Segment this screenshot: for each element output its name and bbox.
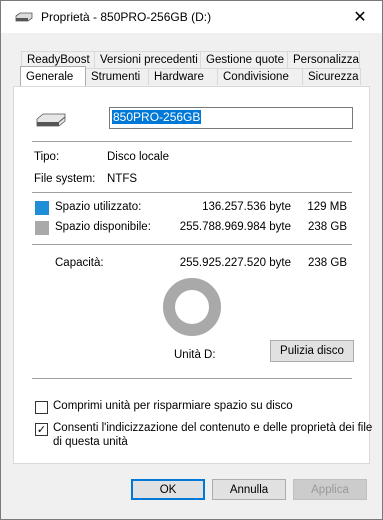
type-label: Tipo:	[34, 151, 60, 163]
drive-name-input[interactable]: 850PRO-256GB	[109, 107, 353, 129]
tab-customize[interactable]: Personalizza	[287, 51, 360, 68]
ok-button[interactable]: OK	[131, 479, 205, 500]
disk-cleanup-button[interactable]: Pulizia disco	[270, 340, 354, 362]
properties-window: Proprietà - 850PRO-256GB (D:) ✕ ReadyBoo…	[0, 0, 383, 520]
free-space-bytes: 255.788.969.984 byte	[179, 221, 291, 233]
tab-quota[interactable]: Gestione quote	[200, 51, 288, 68]
tab-row-lower: Generale Strumenti Hardware Condivisione…	[20, 66, 361, 86]
apply-button[interactable]: Applica	[293, 479, 367, 500]
indexing-checkbox[interactable]: ✓	[35, 423, 48, 436]
used-space-bytes: 136.257.536 byte	[202, 201, 291, 213]
separator	[32, 141, 352, 142]
capacity-bytes: 255.925.227.520 byte	[179, 257, 291, 269]
type-value: Disco locale	[107, 151, 169, 163]
indexing-label-line2: di questa unità	[53, 436, 128, 448]
capacity-label: Capacità:	[55, 257, 104, 269]
free-space-size: 238 GB	[308, 221, 347, 233]
separator	[32, 244, 352, 245]
general-panel: 850PRO-256GB Tipo: Disco locale File sys…	[13, 86, 373, 464]
used-space-swatch	[35, 201, 49, 215]
drive-large-icon	[36, 113, 66, 127]
tab-security[interactable]: Sicurezza	[302, 68, 361, 85]
window-title: Proprietà - 850PRO-256GB (D:)	[41, 10, 212, 24]
compress-label: Comprimi unità per risparmiare spazio su…	[53, 400, 293, 412]
tab-previous-versions[interactable]: Versioni precedenti	[94, 51, 201, 68]
tab-sharing[interactable]: Condivisione	[217, 68, 303, 85]
compress-checkbox[interactable]	[35, 401, 48, 414]
tab-tools[interactable]: Strumenti	[85, 68, 149, 85]
drive-letter-label: Unità D:	[174, 349, 216, 361]
free-space-swatch	[35, 221, 49, 235]
file-system-value: NTFS	[107, 173, 138, 185]
check-mark-icon: ✓	[36, 424, 47, 436]
tab-hardware[interactable]: Hardware	[148, 68, 218, 85]
capacity-size: 238 GB	[308, 257, 347, 269]
indexing-label-line1: Consenti l'indicizzazione del contenuto …	[53, 422, 373, 434]
free-space-label: Spazio disponibile:	[55, 221, 151, 233]
file-system-label: File system:	[34, 173, 96, 185]
separator	[32, 378, 352, 379]
drive-name-value: 850PRO-256GB	[112, 110, 202, 124]
drive-icon	[15, 12, 33, 22]
used-space-size: 129 MB	[307, 201, 347, 213]
free-space-ring	[163, 278, 221, 336]
used-space-label: Spazio utilizzato:	[55, 201, 142, 213]
title-bar: Proprietà - 850PRO-256GB (D:) ✕	[1, 1, 382, 33]
usage-donut-chart	[163, 278, 221, 336]
close-icon: ✕	[353, 9, 367, 26]
cancel-button[interactable]: Annulla	[212, 479, 286, 500]
separator	[32, 192, 352, 193]
close-button[interactable]: ✕	[338, 1, 382, 33]
tab-general[interactable]: Generale	[20, 66, 86, 86]
